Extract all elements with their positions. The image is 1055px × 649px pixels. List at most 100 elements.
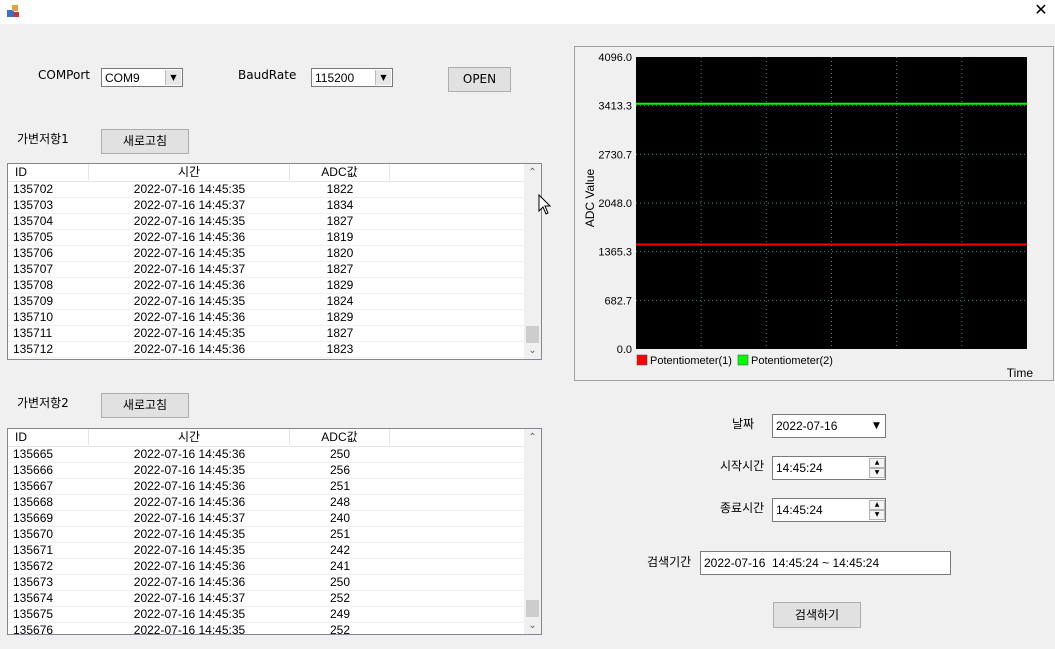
cell-adc: 1827 [326, 262, 354, 276]
column-header-time[interactable]: 시간 [89, 429, 290, 445]
baudrate-label: BaudRate [238, 68, 297, 82]
cell-id: 135675 [13, 607, 54, 621]
list-item[interactable]: 135709 2022-07-16 14:45:35 1824 [8, 294, 524, 310]
mouse-cursor-icon [538, 193, 552, 218]
y-tick-label: 682.7 [604, 295, 632, 307]
list-item[interactable]: 135674 2022-07-16 14:45:37 252 [8, 591, 524, 607]
open-button[interactable]: OPEN [448, 67, 511, 92]
y-tick-label: 2048.0 [598, 198, 632, 210]
cell-adc: 1827 [326, 326, 354, 340]
cell-adc: 240 [329, 511, 351, 525]
adc-list-2[interactable]: ID 시간 ADC값 135665 2022-07-16 14:45:36 250 1… [7, 428, 542, 635]
end-time-input[interactable]: 14:45:24 ▲ ▼ [772, 498, 886, 522]
list-item[interactable]: 135711 2022-07-16 14:45:35 1827 [8, 326, 524, 342]
cell-adc: 1829 [326, 310, 354, 324]
cell-adc: 1824 [326, 294, 354, 308]
list-item[interactable]: 135670 2022-07-16 14:45:35 251 [8, 527, 524, 543]
cell-time: 2022-07-16 14:45:35 [133, 214, 246, 228]
cell-time: 2022-07-16 14:45:35 [133, 182, 246, 196]
date-picker[interactable]: 2022-07-16 ▼ [772, 414, 886, 438]
adc-chart: 0.0 682.7 1365.3 2048.0 2730.7 3413.3 4096.0 AD… [574, 46, 1054, 381]
list-item[interactable]: 135702 2022-07-16 14:45:35 1822 [8, 182, 524, 198]
cell-time: 2022-07-16 14:45:35 [133, 607, 246, 621]
cell-id: 135707 [13, 262, 54, 276]
scroll-down-icon[interactable]: ⌄ [524, 342, 541, 359]
cell-time: 2022-07-16 14:45:35 [133, 543, 246, 557]
list-item[interactable]: 135707 2022-07-16 14:45:37 1827 [8, 262, 524, 278]
period-label: 검색기간 [647, 555, 692, 569]
cell-id: 135672 [13, 559, 54, 573]
column-header-adc[interactable]: ADC값 [290, 164, 390, 180]
spin-down-icon[interactable]: ▼ [869, 468, 885, 478]
spin-down-icon[interactable]: ▼ [869, 510, 885, 520]
spin-up-icon[interactable]: ▲ [869, 458, 885, 468]
scroll-thumb[interactable] [526, 600, 539, 617]
column-header-time[interactable]: 시간 [89, 164, 290, 180]
start-time-input[interactable]: 14:45:24 ▲ ▼ [772, 456, 886, 480]
cell-adc: 1834 [326, 198, 354, 212]
list-item[interactable]: 135672 2022-07-16 14:45:36 241 [8, 559, 524, 575]
app-icon [5, 3, 21, 19]
cell-time: 2022-07-16 14:45:35 [133, 527, 246, 541]
period-field[interactable]: 2022-07-16 14:45:24 ~ 14:45:24 [700, 551, 951, 575]
y-tick-label: 1365.3 [598, 247, 632, 259]
cell-adc: 250 [329, 575, 351, 589]
scroll-up-icon[interactable]: ⌃ [524, 164, 541, 181]
cell-time: 2022-07-16 14:45:35 [133, 463, 246, 477]
cell-id: 135670 [13, 527, 54, 541]
panel1-title: 가변저항1 [17, 132, 69, 146]
list-item[interactable]: 135712 2022-07-16 14:45:36 1823 [8, 342, 524, 358]
cell-id: 135665 [13, 447, 54, 461]
refresh-button-2[interactable]: 새로고침 [101, 393, 189, 418]
list-item[interactable]: 135704 2022-07-16 14:45:35 1827 [8, 214, 524, 230]
column-header-adc[interactable]: ADC값 [290, 429, 390, 445]
y-tick-label: 2730.7 [598, 149, 632, 161]
adc-list-1[interactable]: ID 시간 ADC값 135702 2022-07-16 14:45:35 1822… [7, 163, 542, 360]
cell-adc: 1822 [326, 182, 354, 196]
list-item[interactable]: 135710 2022-07-16 14:45:36 1829 [8, 310, 524, 326]
chevron-down-icon[interactable]: ▼ [165, 70, 181, 85]
chevron-down-icon[interactable]: ▼ [375, 70, 391, 85]
scroll-thumb[interactable] [526, 326, 539, 343]
list-item[interactable]: 135703 2022-07-16 14:45:37 1834 [8, 198, 524, 214]
panel2-title: 가변저항2 [17, 396, 69, 410]
list-item[interactable]: 135676 2022-07-16 14:45:35 252 [8, 623, 524, 635]
cell-adc: 1829 [326, 278, 354, 292]
cell-id: 135666 [13, 463, 54, 477]
vertical-scrollbar[interactable]: ⌃ ⌄ [524, 429, 541, 634]
cell-adc: 1819 [326, 230, 354, 244]
legend-label: Potentiometer(2) [751, 355, 833, 367]
list-item[interactable]: 135705 2022-07-16 14:45:36 1819 [8, 230, 524, 246]
list-item[interactable]: 135668 2022-07-16 14:45:36 248 [8, 495, 524, 511]
list-item[interactable]: 135669 2022-07-16 14:45:37 240 [8, 511, 524, 527]
column-header-id[interactable]: ID [8, 429, 89, 445]
cell-id: 135676 [13, 623, 54, 635]
list-header: ID 시간 ADC값 [8, 164, 541, 182]
comport-select[interactable]: COM9 ▼ [101, 68, 183, 87]
list-item[interactable]: 135666 2022-07-16 14:45:35 256 [8, 463, 524, 479]
list-item[interactable]: 135706 2022-07-16 14:45:35 1820 [8, 246, 524, 262]
list-item[interactable]: 135667 2022-07-16 14:45:36 251 [8, 479, 524, 495]
scroll-up-icon[interactable]: ⌃ [524, 429, 541, 446]
cell-id: 135706 [13, 246, 54, 260]
list-item[interactable]: 135673 2022-07-16 14:45:36 250 [8, 575, 524, 591]
cell-time: 2022-07-16 14:45:37 [133, 198, 246, 212]
refresh-button-1[interactable]: 새로고침 [101, 129, 189, 154]
comport-label: COMPort [38, 68, 90, 82]
list-item[interactable]: 135665 2022-07-16 14:45:36 250 [8, 447, 524, 463]
cell-adc: 252 [329, 623, 351, 635]
close-icon[interactable]: ✕ [1030, 0, 1052, 20]
list-item[interactable]: 135675 2022-07-16 14:45:35 249 [8, 607, 524, 623]
spin-up-icon[interactable]: ▲ [869, 500, 885, 510]
list-item[interactable]: 135708 2022-07-16 14:45:36 1829 [8, 278, 524, 294]
list-item[interactable]: 135671 2022-07-16 14:45:35 242 [8, 543, 524, 559]
chevron-down-icon[interactable]: ▼ [869, 418, 884, 435]
column-header-id[interactable]: ID [8, 164, 89, 180]
legend-swatch [636, 354, 648, 366]
search-button[interactable]: 검색하기 [773, 602, 861, 628]
y-tick-label: 4096.0 [598, 52, 632, 64]
cell-time: 2022-07-16 14:45:35 [133, 623, 246, 635]
baudrate-select[interactable]: 115200 ▼ [311, 68, 393, 87]
scroll-down-icon[interactable]: ⌄ [524, 617, 541, 634]
cell-id: 135710 [13, 310, 54, 324]
